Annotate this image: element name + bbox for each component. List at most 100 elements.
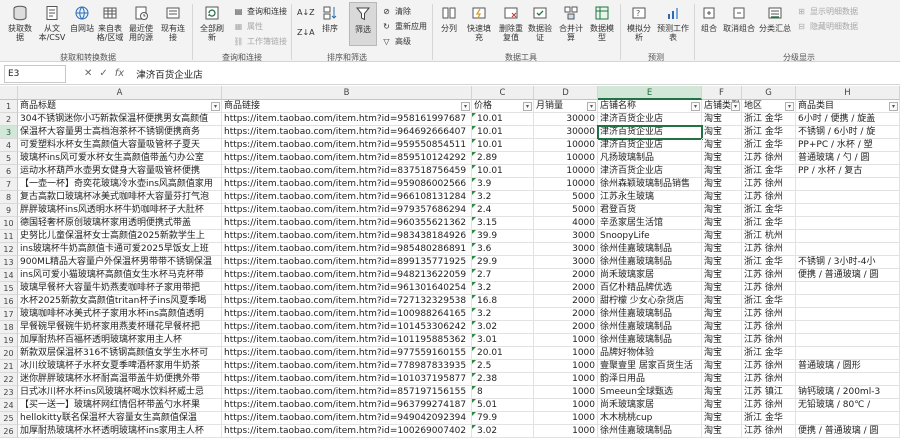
cell[interactable]: 早餐碗早餐碗牛奶杯家用燕麦杯珊花早餐杯把 bbox=[18, 321, 222, 334]
cell[interactable]: 4000 bbox=[534, 217, 598, 230]
group-button[interactable]: 组合 bbox=[699, 4, 719, 33]
cell[interactable]: 江苏 徐州 bbox=[742, 373, 796, 386]
cell[interactable] bbox=[796, 191, 900, 204]
cell[interactable] bbox=[796, 178, 900, 191]
cell[interactable]: https://item.taobao.com/item.htm?id=9482… bbox=[222, 269, 472, 282]
cell[interactable]: 6小时 / 便携 / 旋盖 bbox=[796, 113, 900, 126]
filter-dropdown-button[interactable]: ▾ bbox=[785, 102, 794, 111]
cell[interactable]: 10.01 bbox=[472, 139, 534, 152]
cell[interactable]: 30000 bbox=[534, 126, 598, 139]
advanced-filter-button[interactable]: ▽ 高级 bbox=[381, 36, 411, 47]
cell[interactable] bbox=[796, 347, 900, 360]
function-icon[interactable]: fx bbox=[115, 68, 124, 79]
cell[interactable]: 新款双层保温杯316不锈钢高颜值女学生水杯可 bbox=[18, 347, 222, 360]
cell[interactable]: https://item.taobao.com/item.htm?id=9603… bbox=[222, 217, 472, 230]
queries-connections-button[interactable]: ▤ 查询和连接 bbox=[233, 6, 287, 17]
cell[interactable]: 10000 bbox=[534, 165, 598, 178]
cell[interactable]: 淘宝 bbox=[702, 295, 742, 308]
cell[interactable]: 5000 bbox=[534, 204, 598, 217]
cell[interactable]: 3.02 bbox=[472, 321, 534, 334]
row-header[interactable]: 13 bbox=[0, 256, 18, 269]
filter-dropdown-button[interactable]: ▾ bbox=[587, 102, 596, 111]
cell[interactable]: 淘宝 bbox=[702, 425, 742, 438]
cell[interactable]: 徐州佳嘉玻璃制品 bbox=[598, 256, 702, 269]
cell[interactable]: 玻璃杯ins风可爱水杯女生高颜值带盖勺办公室 bbox=[18, 152, 222, 165]
cell[interactable]: 水杯2025新款女高颜值tritan杯子ins风夏季喝 bbox=[18, 295, 222, 308]
cell[interactable]: SnoopyLife bbox=[598, 230, 702, 243]
workbook-links-button[interactable]: ⛓ 工作簿链接 bbox=[233, 36, 287, 47]
cell[interactable]: 加厚耐热玻璃杯水杯透明玻璃杯ins家用主人杯 bbox=[18, 425, 222, 438]
cell[interactable]: 淘宝 bbox=[702, 243, 742, 256]
recent-sources-button[interactable]: 最近使用的源 bbox=[127, 4, 155, 42]
cell[interactable]: 浙江 金华 bbox=[742, 165, 796, 178]
forecast-sheet-button[interactable]: 预测工作表 bbox=[657, 4, 689, 42]
cancel-icon[interactable]: ✕ bbox=[84, 68, 92, 79]
cell[interactable]: 江苏永生玻璃 bbox=[598, 191, 702, 204]
cell[interactable]: https://item.taobao.com/item.htm?id=9637… bbox=[222, 399, 472, 412]
cell[interactable]: 淘宝 bbox=[702, 230, 742, 243]
filter-dropdown-button[interactable]: ▾ bbox=[211, 102, 220, 111]
column-title-cell[interactable]: 商品类目 ▾ bbox=[796, 100, 900, 113]
column-title-cell[interactable]: 价格 ▾ bbox=[472, 100, 534, 113]
cell[interactable]: 江苏 徐州 bbox=[742, 425, 796, 438]
column-title-cell[interactable]: 店铺名称 ▾ bbox=[598, 100, 702, 113]
row-header[interactable]: 6 bbox=[0, 165, 18, 178]
cell[interactable]: 淘宝 bbox=[702, 386, 742, 399]
cell[interactable]: ins风可爱小猫玻璃杯高颜值女生水杯马克杯带 bbox=[18, 269, 222, 282]
filter-dropdown-button[interactable]: ▾ bbox=[523, 102, 532, 111]
cell[interactable]: 尚禾玻璃家居 bbox=[598, 399, 702, 412]
cell[interactable]: https://item.taobao.com/item.htm?id=9854… bbox=[222, 243, 472, 256]
cell[interactable]: 79.9 bbox=[472, 412, 534, 425]
cell[interactable]: https://item.taobao.com/item.htm?id=9490… bbox=[222, 412, 472, 425]
cell[interactable]: 壹聚壹里 居家百货生活 bbox=[598, 360, 702, 373]
cell[interactable]: 3.2 bbox=[472, 308, 534, 321]
cell[interactable]: 2.38 bbox=[472, 373, 534, 386]
refresh-all-button[interactable]: 全部刷新 bbox=[197, 4, 227, 42]
cell[interactable]: 甜柠檬 少女心杂货店 bbox=[598, 295, 702, 308]
cell[interactable]: 3000 bbox=[534, 256, 598, 269]
row-header[interactable]: 2 bbox=[0, 113, 18, 126]
column-header-e[interactable]: E bbox=[598, 86, 702, 100]
cell[interactable] bbox=[796, 334, 900, 347]
cell[interactable]: 津济百货企业店 bbox=[598, 139, 702, 152]
cell[interactable]: 淘宝 bbox=[702, 152, 742, 165]
cell[interactable]: 2000 bbox=[534, 321, 598, 334]
cell[interactable]: 【买一送一】玻璃杯网红情侣杯带盖勺水杯果 bbox=[18, 399, 222, 412]
cell[interactable]: 玻璃早餐杯大容量牛奶燕麦咖啡杯子家用带把 bbox=[18, 282, 222, 295]
remove-duplicates-button[interactable]: 删除重复值 bbox=[498, 4, 524, 42]
cell[interactable]: https://item.taobao.com/item.htm?id=8571… bbox=[222, 386, 472, 399]
cell[interactable]: 304不锈钢迷你小巧新款保温杯便携男女高颜值 bbox=[18, 113, 222, 126]
filter-dropdown-button[interactable]: ▾ bbox=[691, 102, 700, 111]
row-header[interactable]: 17 bbox=[0, 308, 18, 321]
data-validation-button[interactable]: 数据验证 bbox=[527, 4, 553, 42]
cell[interactable]: 浙江 金华 bbox=[742, 412, 796, 425]
cell[interactable]: 淘宝 bbox=[702, 269, 742, 282]
row-header[interactable]: 12 bbox=[0, 243, 18, 256]
cell[interactable]: 3.2 bbox=[472, 282, 534, 295]
from-table-button[interactable]: 来自表格/区域 bbox=[96, 4, 124, 42]
cell[interactable]: 江苏 徐州 bbox=[742, 360, 796, 373]
cell[interactable]: hellokitty联名保温杯大容量女生高颜值保温 bbox=[18, 412, 222, 425]
column-title-cell[interactable]: 地区 ▾ bbox=[742, 100, 796, 113]
row-header[interactable]: 8 bbox=[0, 191, 18, 204]
cell[interactable]: 淘宝 bbox=[702, 126, 742, 139]
cell[interactable]: 淘宝 bbox=[702, 178, 742, 191]
cell[interactable]: 史努比儿童保温杯女士高颜值2025新款学生上 bbox=[18, 230, 222, 243]
cell[interactable]: 39.9 bbox=[472, 230, 534, 243]
cell[interactable]: 凡扬玻璃制品 bbox=[598, 152, 702, 165]
cell[interactable]: 冰川纹玻璃杯子水杯女夏季啤酒杯家用牛奶茶 bbox=[18, 360, 222, 373]
cell[interactable]: 浙江 金华 bbox=[742, 347, 796, 360]
cell[interactable]: 1000 bbox=[534, 412, 598, 425]
cell[interactable] bbox=[796, 321, 900, 334]
cell[interactable]: 16.8 bbox=[472, 295, 534, 308]
cell[interactable]: https://item.taobao.com/item.htm?id=8375… bbox=[222, 165, 472, 178]
cell[interactable]: https://item.taobao.com/item.htm?id=9661… bbox=[222, 191, 472, 204]
hide-detail-button[interactable]: ⊟ 隐藏明细数据 bbox=[796, 21, 858, 32]
flash-fill-button[interactable]: 快速填充 bbox=[464, 4, 494, 42]
cell[interactable]: 江苏 徐州 bbox=[742, 243, 796, 256]
column-header-c[interactable]: C bbox=[472, 86, 534, 100]
cell[interactable] bbox=[796, 217, 900, 230]
cell[interactable]: 淘宝 bbox=[702, 217, 742, 230]
cell[interactable]: 浙江 金华 bbox=[742, 256, 796, 269]
select-all-corner[interactable] bbox=[0, 86, 18, 100]
